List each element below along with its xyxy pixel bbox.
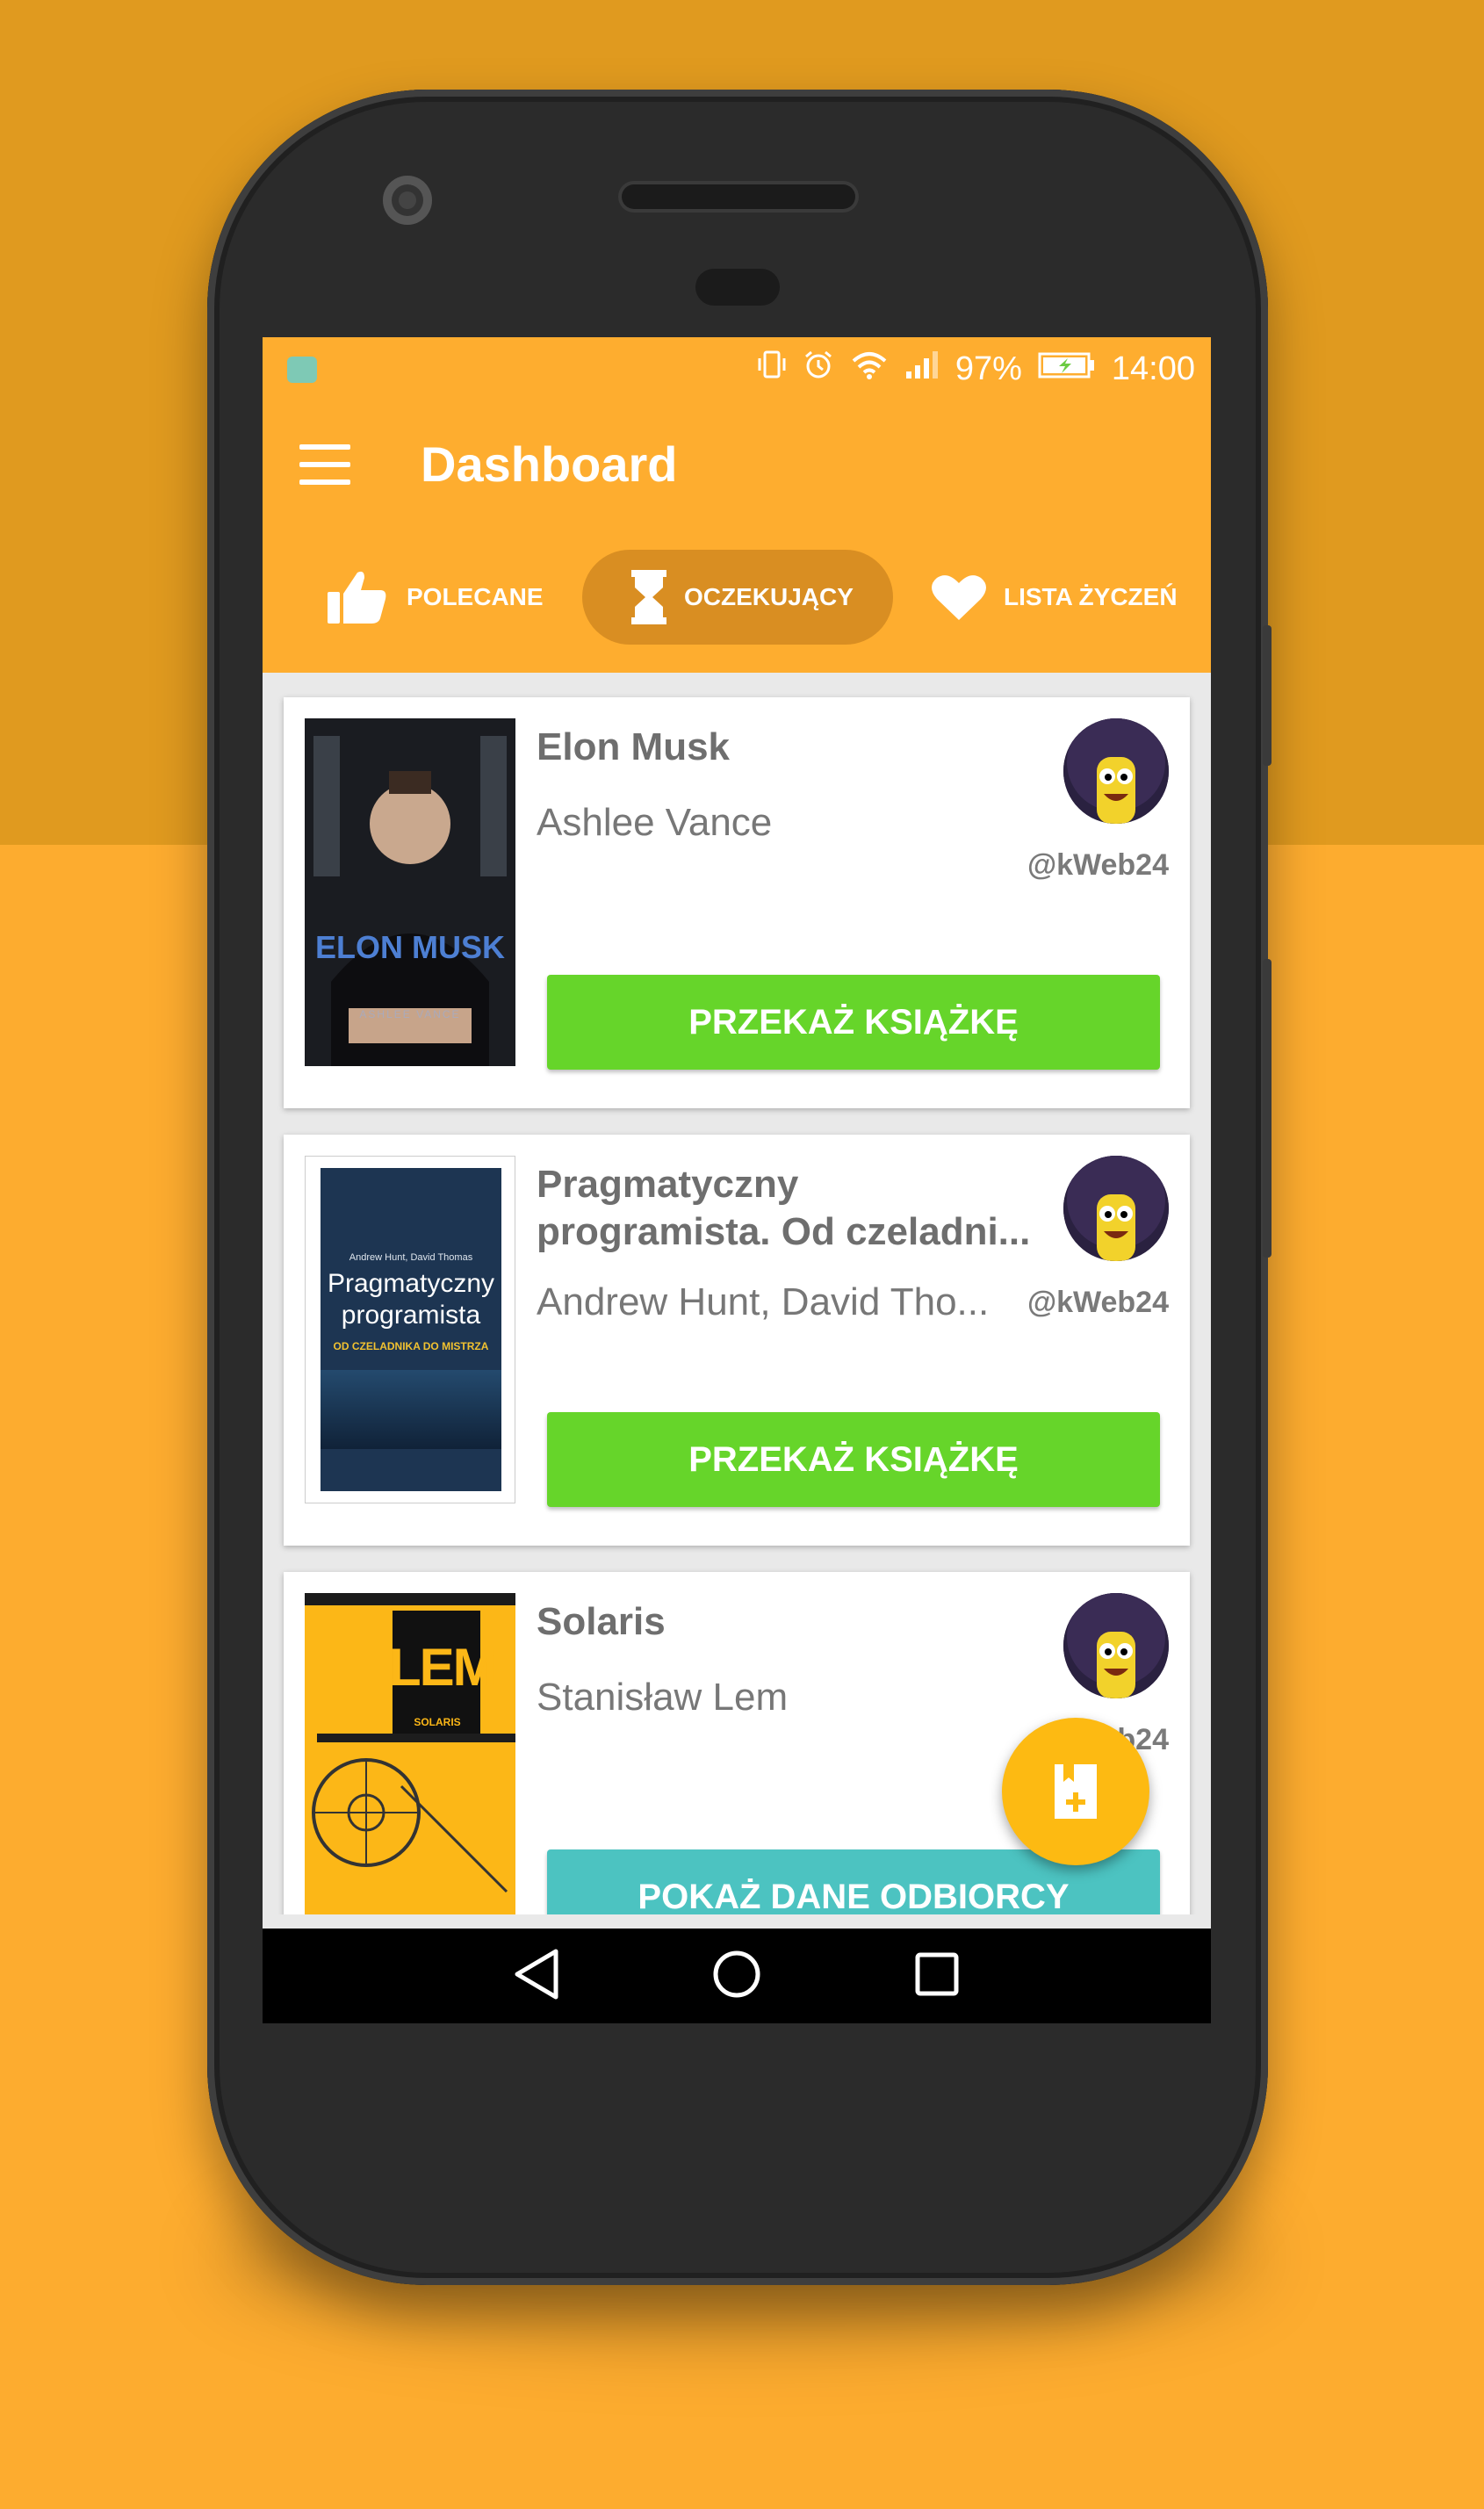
tab-bar: POLECANE OCZEKUJĄCY LISTA ŻYCZEŃ (263, 532, 1211, 673)
przekaz-ksiazke-button[interactable]: PRZEKAŻ KSIĄŻKĘ (547, 975, 1160, 1070)
book-title: Elon Musk (537, 725, 731, 768)
book-card[interactable]: Andrew Hunt, David Thomas Pragmatyczny p… (284, 1135, 1190, 1546)
proximity-sensor (695, 269, 780, 306)
book-cover-pragmatyczny: Andrew Hunt, David Thomas Pragmatyczny p… (305, 1156, 515, 1503)
status-bar: 97% 14:00 (263, 337, 1211, 400)
navigation-bar (263, 1929, 1211, 2023)
cover-author: ASHLEE VANCE (359, 1008, 461, 1020)
tab-oczekujacy[interactable]: OCZEKUJĄCY (582, 550, 893, 645)
user-avatar[interactable] (1063, 1156, 1169, 1261)
thumbs-up-icon (328, 571, 386, 624)
cover-subtitle: OD CZELADNIKA DO MISTRZA (333, 1340, 489, 1352)
book-cover-solaris: LEM SOLARIS (305, 1593, 515, 1914)
cover-title: LEM (389, 1638, 497, 1697)
username[interactable]: @kWeb24 (1027, 1286, 1169, 1320)
signal-icon (904, 349, 940, 389)
book-cover-elon-musk: ELON MUSK ASHLEE VANCE (305, 718, 515, 1066)
earpiece-speaker (622, 184, 855, 209)
username[interactable]: @kWeb24 (1027, 848, 1169, 883)
home-icon[interactable] (710, 1948, 763, 2005)
android-debug-icon (287, 357, 317, 383)
hourglass-icon (631, 570, 666, 624)
hamburger-menu-icon[interactable] (299, 444, 350, 485)
tab-polecane-label: POLECANE (407, 583, 544, 610)
side-button-volume (1263, 959, 1271, 1258)
battery-percent: 97% (955, 350, 1022, 387)
side-button-top (1263, 625, 1271, 766)
user-avatar[interactable] (1063, 1593, 1169, 1698)
tab-lista-zyczen[interactable]: LISTA ŻYCZEŃ (932, 550, 1178, 645)
add-book-fab[interactable] (1002, 1718, 1149, 1865)
book-author: Stanisław Lem (537, 1676, 789, 1719)
tab-oczekujacy-label: OCZEKUJĄCY (684, 583, 854, 610)
cover-title: ELON MUSK (315, 929, 505, 965)
battery-charging-icon (1038, 350, 1096, 388)
recents-icon[interactable] (912, 1950, 962, 2003)
wifi-icon (850, 349, 889, 389)
przekaz-ksiazke-button[interactable]: PRZEKAŻ KSIĄŻKĘ (547, 1412, 1160, 1507)
book-title: Pragmatyczny programista. Od czeladni... (537, 1163, 1031, 1253)
vibrate-icon (757, 350, 787, 388)
back-icon[interactable] (512, 1948, 561, 2005)
alarm-icon (803, 349, 834, 389)
book-card[interactable]: ELON MUSK ASHLEE VANCE Elon Musk Ashlee … (284, 697, 1190, 1108)
phone-screen: 97% 14:00 Dashboard POLECANE OCZEKUJĄCY … (263, 337, 1211, 2023)
clock-time: 14:00 (1111, 350, 1195, 387)
cover-author: Andrew Hunt, David Thomas (349, 1252, 473, 1263)
front-camera (383, 176, 432, 225)
book-author: Andrew Hunt, David Tho... (537, 1280, 990, 1323)
tab-polecane[interactable]: POLECANE (326, 550, 544, 645)
book-author: Ashlee Vance (537, 801, 773, 844)
tab-lista-zyczen-label: LISTA ŻYCZEŃ (1004, 583, 1178, 610)
cover-title: Pragmatyczny programista (327, 1269, 495, 1330)
page-title: Dashboard (421, 436, 678, 492)
add-book-icon (1055, 1764, 1097, 1819)
app-bar: Dashboard (263, 400, 1211, 532)
heart-icon (932, 575, 986, 620)
cover-subtitle: SOLARIS (414, 1716, 461, 1728)
book-title: Solaris (537, 1600, 666, 1643)
user-avatar[interactable] (1063, 718, 1169, 824)
